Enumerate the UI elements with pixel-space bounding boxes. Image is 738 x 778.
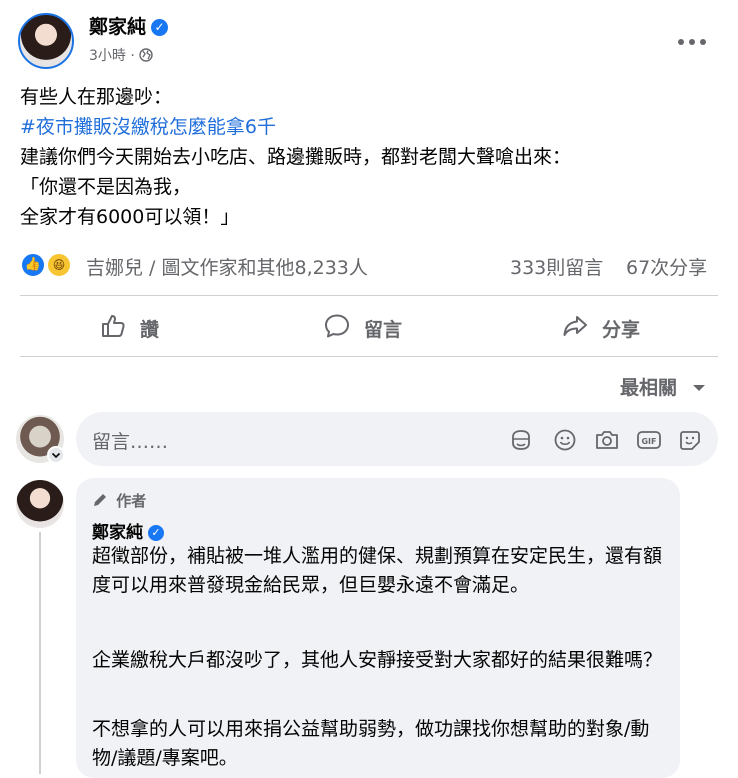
like-reaction-icon[interactable]: 👍 — [20, 252, 46, 278]
share-arrow-icon — [562, 313, 602, 344]
post-author-row: 鄭家純 ✓ — [89, 12, 169, 39]
post-body: 有些人在那邊吵： #夜市攤販沒繳稅怎麼能拿6千 建議你們今天開始去小吃店、路邊攤… — [20, 82, 720, 232]
comment-paragraph-2: 企業繳稅大戶都沒吵了，其他人安靜接受對大家都好的結果很難嗎？ — [92, 649, 663, 671]
svg-text:GIF: GIF — [641, 437, 656, 446]
gif-icon[interactable]: GIF — [636, 428, 661, 452]
chevron-down-icon — [684, 377, 706, 399]
comment-input[interactable]: 留言…… GIF — [76, 412, 718, 466]
emoji-icon[interactable] — [553, 428, 577, 452]
thread-line — [39, 532, 41, 774]
share-button[interactable]: 分享 — [562, 308, 640, 348]
shares-count[interactable]: 67次分享 — [626, 253, 707, 280]
sort-label: 最相關 — [620, 377, 678, 399]
divider-bottom — [20, 356, 718, 357]
meta-separator: · — [130, 48, 135, 64]
reactions-summary[interactable]: 吉娜兒 / 圖文作家和其他8,233人 — [86, 253, 368, 280]
post-line-4: 「你還不是因為我， — [20, 176, 192, 198]
comment-label: 留言 — [364, 318, 403, 341]
comment-author-row: 鄭家純 ✓ — [92, 518, 164, 543]
like-button[interactable]: 讚 — [100, 308, 159, 348]
author-avatar[interactable] — [18, 13, 74, 69]
comment-author-avatar[interactable] — [16, 480, 64, 528]
verified-badge-icon: ✓ — [148, 525, 164, 541]
comments-count[interactable]: 333則留言 — [510, 253, 603, 280]
camera-icon[interactable] — [594, 428, 618, 452]
comment-author-name[interactable]: 鄭家純 — [92, 523, 143, 543]
post-author-name[interactable]: 鄭家純 — [89, 16, 146, 38]
comment-input-placeholder: 留言…… — [92, 431, 169, 453]
author-badge: 作者 — [92, 490, 146, 511]
globe-icon — [139, 48, 153, 64]
comment-paragraph-1: 超徵部份，補貼被一堆人濫用的健保、規劃預算在安定民生，還有額度可以用來普發現金給… — [92, 545, 663, 596]
sort-dropdown[interactable]: 最相關 — [620, 373, 706, 400]
divider-top — [20, 295, 718, 296]
verified-badge-icon: ✓ — [151, 19, 169, 36]
like-label: 讚 — [140, 318, 160, 341]
avatar-chevron-icon[interactable] — [47, 446, 65, 464]
post-hashtag-link[interactable]: #夜市攤販沒繳稅怎麼能拿6千 — [20, 112, 720, 142]
pencil-icon — [92, 492, 116, 510]
post-time[interactable]: 3小時 — [89, 48, 126, 64]
avatar-sticker-icon[interactable] — [678, 428, 702, 452]
more-options-icon[interactable] — [677, 28, 707, 48]
comment-paragraph-3: 不想拿的人可以用來捐公益幫助弱勢，做功課找你想幫助的對象/動物/議題/專案吧。 — [92, 718, 650, 769]
sticker-icon[interactable] — [509, 428, 533, 452]
comment-bubble: 作者 鄭家純 ✓ 超徵部份，補貼被一堆人濫用的健保、規劃預算在安定民生，還有額度可… — [76, 478, 680, 778]
comment-bubble-icon — [324, 313, 364, 344]
post-line-1: 有些人在那邊吵： — [20, 86, 173, 108]
share-label: 分享 — [602, 318, 641, 341]
haha-reaction-icon[interactable]: 😆 — [46, 252, 72, 278]
post-meta: 3小時 · — [89, 45, 153, 65]
post-line-5: 全家才有6000可以領！」 — [20, 206, 240, 228]
author-badge-label: 作者 — [116, 492, 147, 510]
post-line-3: 建議你們今天開始去小吃店、路邊攤販時，都對老闆大聲嗆出來： — [20, 146, 572, 168]
comment-button[interactable]: 留言 — [324, 308, 402, 348]
thumbs-up-icon — [100, 313, 140, 344]
